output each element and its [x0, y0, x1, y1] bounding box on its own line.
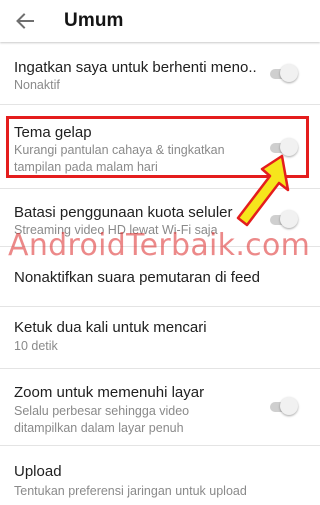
setting-remind-break[interactable]: Ingatkan saya untuk berhenti meno.. Nona…	[0, 44, 320, 105]
setting-label: Upload	[14, 463, 62, 480]
toggle-knob	[280, 397, 298, 415]
setting-label: Tema gelap	[14, 124, 92, 141]
setting-label: Nonaktifkan suara pemutaran di feed	[14, 269, 260, 286]
toggle-switch[interactable]	[268, 210, 298, 230]
setting-double-tap[interactable]: Ketuk dua kali untuk mencari 10 detik	[0, 307, 320, 369]
toggle-knob	[280, 138, 298, 156]
setting-zoom-fill[interactable]: Zoom untuk memenuhi layar Selalu perbesa…	[0, 369, 320, 446]
setting-description: 10 detik	[14, 339, 58, 353]
setting-description: Nonaktif	[14, 78, 60, 92]
setting-limit-data[interactable]: Batasi penggunaan kuota seluler Streamin…	[0, 189, 320, 247]
toggle-knob	[280, 210, 298, 228]
app-bar: Umum	[0, 0, 320, 42]
back-button[interactable]	[10, 7, 40, 35]
setting-description: Tentukan preferensi jaringan untuk uploa…	[14, 484, 247, 498]
page-title: Umum	[64, 10, 124, 31]
setting-label: Ingatkan saya untuk berhenti meno..	[14, 59, 257, 76]
toggle-switch[interactable]	[268, 64, 298, 84]
setting-dark-theme[interactable]: Tema gelap Kurangi pantulan cahaya & tin…	[0, 105, 320, 189]
arrow-back-icon	[16, 13, 34, 29]
setting-label: Batasi penggunaan kuota seluler	[14, 204, 233, 221]
toggle-knob	[280, 64, 298, 82]
setting-label: Ketuk dua kali untuk mencari	[14, 319, 207, 336]
setting-mute-feed[interactable]: Nonaktifkan suara pemutaran di feed	[0, 247, 320, 307]
setting-description: Selalu perbesar sehingga video ditampilk…	[14, 404, 190, 435]
toggle-switch[interactable]	[268, 397, 298, 417]
setting-label: Zoom untuk memenuhi layar	[14, 384, 205, 401]
setting-description: Kurangi pantulan cahaya & tingkatkan tam…	[14, 143, 225, 174]
setting-upload[interactable]: Upload Tentukan preferensi jaringan untu…	[0, 446, 320, 505]
setting-description: Streaming video HD lewat Wi-Fi saja	[14, 223, 218, 237]
toggle-switch[interactable]	[268, 138, 298, 158]
